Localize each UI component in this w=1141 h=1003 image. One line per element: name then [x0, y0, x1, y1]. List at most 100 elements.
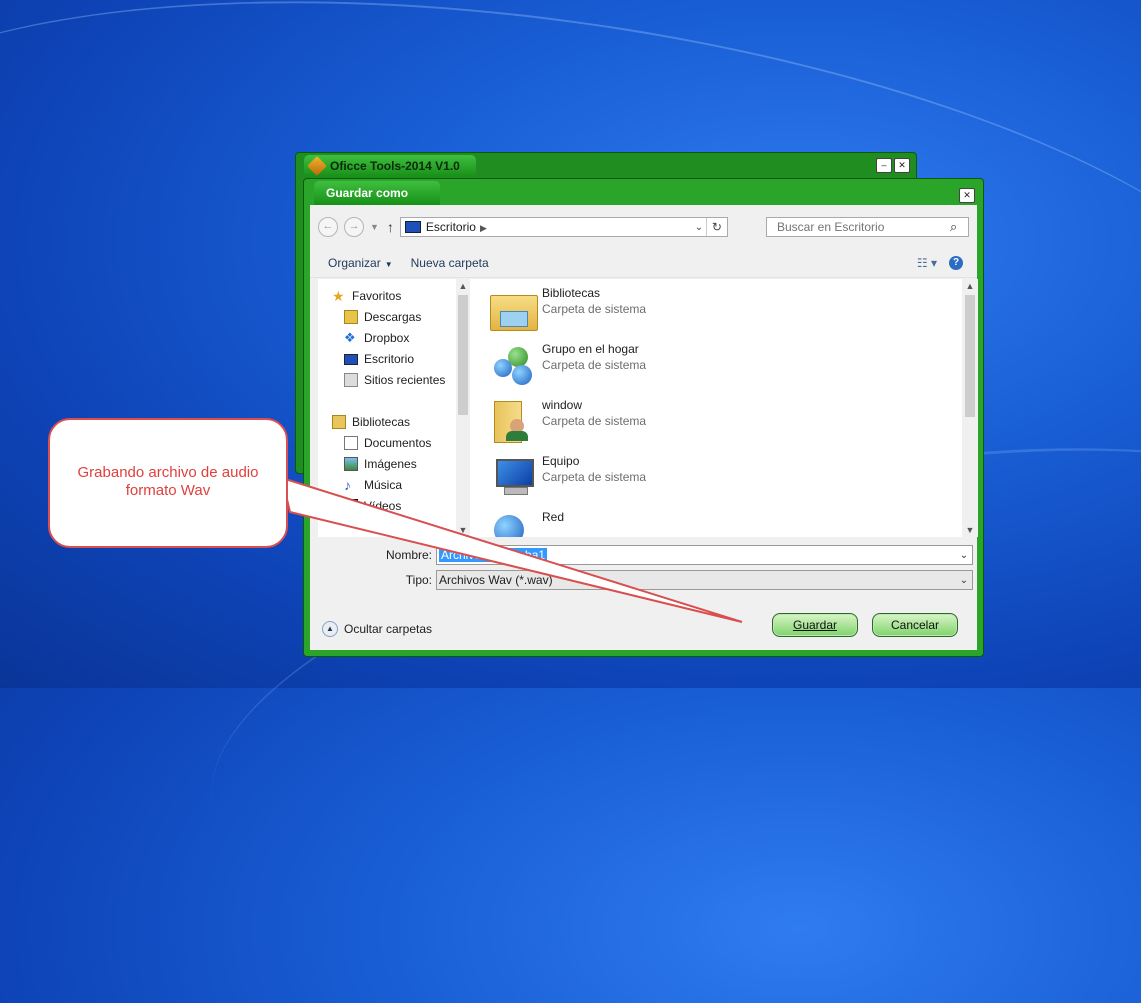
navigation-scrollbar[interactable]: ▲ ▼	[456, 279, 468, 537]
sidebar-label: Sitios recientes	[364, 373, 446, 387]
sidebar-item-videos[interactable]: Vídeos	[344, 499, 401, 513]
pictures-icon	[344, 457, 358, 471]
navigation-pane: ★ Favoritos Descargas ❖ Dropbox Escritor…	[318, 279, 468, 537]
sidebar-item-imagenes[interactable]: Imágenes	[344, 457, 417, 471]
filetype-row: Tipo: Archivos Wav (*.wav) ⌄	[348, 570, 973, 590]
sidebar-item-bibliotecas[interactable]: Bibliotecas	[332, 415, 410, 429]
save-dialog: Guardar como ✕ ← → ▼ ↑ Escritorio ▶ ⌄ ↻ ⌕…	[303, 178, 984, 657]
filename-row: Nombre: Archivo de prueba1 ⌄	[348, 545, 973, 565]
search-input[interactable]	[775, 219, 950, 235]
file-desc: Carpeta de sistema	[542, 414, 647, 428]
user-folder-icon	[490, 397, 536, 443]
breadcrumb-escritorio[interactable]: Escritorio	[426, 220, 476, 234]
toolbar: Organizar ▼ Nueva carpeta ☷ ▾ ?	[310, 249, 977, 278]
sidebar-item-documentos[interactable]: Documentos	[344, 436, 431, 450]
sidebar-label: Descargas	[364, 310, 422, 324]
search-icon[interactable]: ⌕	[950, 219, 968, 235]
sidebar-item-sitios-recientes[interactable]: Sitios recientes	[344, 373, 445, 387]
sidebar-item-favoritos[interactable]: ★ Favoritos	[332, 289, 401, 303]
filename-field[interactable]: Archivo de prueba1 ⌄	[436, 545, 973, 565]
app-icon	[307, 156, 327, 176]
file-desc: Carpeta de sistema	[542, 470, 647, 484]
libraries-icon	[332, 415, 346, 429]
filename-value[interactable]: Archivo de prueba1	[439, 548, 548, 562]
file-name: window	[542, 398, 583, 412]
list-item[interactable]: window Carpeta de sistema	[490, 397, 646, 443]
scroll-down-icon[interactable]: ▼	[456, 525, 468, 535]
cancel-button[interactable]: Cancelar	[872, 613, 958, 637]
annotation-callout: Grabando archivo de audio formato Wav	[48, 418, 288, 548]
documents-icon	[344, 436, 358, 450]
sidebar-label: Imágenes	[364, 457, 417, 471]
back-arrow-icon[interactable]: ←	[318, 217, 338, 237]
videos-icon	[344, 499, 358, 513]
close-button[interactable]: ✕	[894, 158, 910, 173]
dialog-title: Guardar como	[314, 181, 440, 205]
chevron-down-icon[interactable]: ⌄	[956, 550, 972, 561]
scroll-up-icon[interactable]: ▲	[962, 281, 978, 291]
libraries-folder-icon	[490, 285, 538, 331]
downloads-icon	[344, 310, 358, 324]
address-bar[interactable]: Escritorio ▶ ⌄ ↻	[399, 217, 728, 237]
callout-line-1: Grabando archivo de audio	[77, 464, 259, 481]
app-title: Oficce Tools-2014 V1.0	[330, 159, 460, 173]
help-icon[interactable]: ?	[949, 256, 963, 270]
refresh-icon[interactable]: ↻	[705, 218, 727, 236]
dropbox-icon: ❖	[344, 330, 356, 345]
filetype-select[interactable]: Archivos Wav (*.wav) ⌄	[436, 570, 973, 590]
network-icon	[490, 509, 536, 537]
sidebar-label: Dropbox	[364, 331, 410, 345]
file-name: Grupo en el hogar	[542, 342, 639, 356]
recent-locations-dropdown-icon[interactable]: ▼	[370, 222, 379, 232]
save-button[interactable]: Guardar	[772, 613, 858, 637]
save-button-label: Guardar	[792, 618, 838, 632]
hide-folders-toggle[interactable]: ▲ Ocultar carpetas	[322, 621, 432, 637]
caret-down-icon: ▼	[384, 260, 393, 269]
file-desc: Carpeta de sistema	[542, 358, 647, 372]
chevron-down-icon[interactable]: ⌄	[692, 222, 706, 233]
forward-arrow-icon[interactable]: →	[344, 217, 364, 237]
sidebar-item-dropbox[interactable]: ❖ Dropbox	[344, 330, 410, 346]
file-name: Equipo	[542, 454, 580, 468]
sidebar-item-escritorio[interactable]: Escritorio	[344, 352, 414, 366]
breadcrumb-chevron-icon[interactable]: ▶	[480, 223, 487, 233]
sidebar-label: Bibliotecas	[352, 415, 411, 429]
recent-places-icon	[344, 373, 358, 387]
search-box[interactable]: ⌕	[766, 217, 969, 237]
file-name: Bibliotecas	[542, 286, 601, 300]
collapse-up-icon: ▲	[322, 621, 338, 637]
sidebar-label: Escritorio	[364, 352, 415, 366]
chevron-down-icon[interactable]: ⌄	[956, 575, 972, 586]
list-item[interactable]: Equipo Carpeta de sistema	[490, 453, 646, 499]
address-bar-row: ← → ▼ ↑ Escritorio ▶ ⌄ ↻ ⌕	[318, 215, 969, 239]
new-folder-button[interactable]: Nueva carpeta	[411, 256, 489, 270]
file-desc: Carpeta de sistema	[542, 302, 647, 316]
file-name: Red	[542, 510, 565, 524]
filename-label: Nombre:	[385, 548, 432, 562]
sidebar-item-descargas[interactable]: Descargas	[344, 310, 421, 324]
minimize-button[interactable]: –	[876, 158, 892, 173]
scroll-down-icon[interactable]: ▼	[962, 525, 978, 535]
file-list-scrollbar[interactable]: ▲ ▼	[962, 279, 978, 537]
scroll-up-icon[interactable]: ▲	[456, 281, 468, 291]
list-item[interactable]: Red	[490, 509, 564, 537]
desktop-icon	[344, 353, 358, 365]
scrollbar-thumb[interactable]	[965, 295, 975, 417]
app-title-bar: Oficce Tools-2014 V1.0	[304, 155, 476, 177]
list-item[interactable]: Grupo en el hogar Carpeta de sistema	[490, 341, 646, 387]
callout-line-2: formato Wav	[125, 482, 211, 499]
list-item[interactable]: Bibliotecas Carpeta de sistema	[490, 285, 646, 331]
organize-menu[interactable]: Organizar ▼	[328, 256, 393, 270]
view-options-icon[interactable]: ☷ ▾	[917, 256, 937, 270]
filetype-label: Tipo:	[405, 573, 432, 587]
dialog-close-button[interactable]: ✕	[959, 188, 975, 203]
homegroup-icon	[490, 341, 536, 387]
star-icon: ★	[332, 288, 345, 304]
sidebar-item-musica[interactable]: ♪ Música	[344, 478, 402, 492]
sidebar-label: Música	[364, 478, 403, 492]
desktop-icon	[404, 221, 421, 233]
up-arrow-icon[interactable]: ↑	[387, 219, 394, 235]
scrollbar-thumb[interactable]	[458, 295, 468, 415]
dialog-body: ← → ▼ ↑ Escritorio ▶ ⌄ ↻ ⌕ Organizar▼ Nue…	[310, 205, 978, 650]
sidebar-label: Documentos	[364, 436, 432, 450]
